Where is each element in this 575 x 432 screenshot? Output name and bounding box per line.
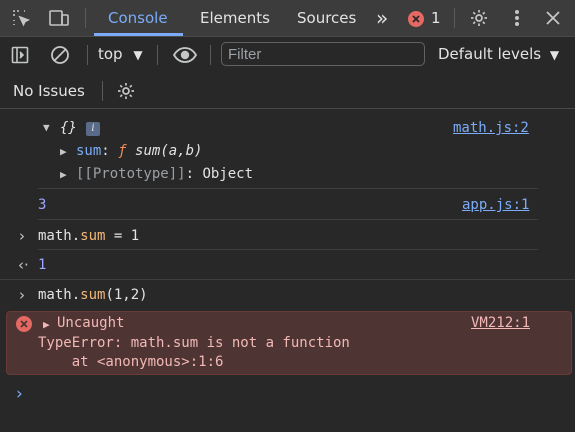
sidebar-toggle-icon[interactable]: [8, 43, 32, 67]
chevron-down-icon: ▼: [133, 48, 143, 62]
console-input-line[interactable]: math.sum = 1: [38, 228, 139, 244]
separator: [38, 188, 538, 189]
object-prototype[interactable]: [[Prototype]]: Object: [76, 166, 253, 182]
input-text: (1,2): [105, 287, 148, 303]
tab-console[interactable]: Console: [108, 0, 168, 36]
error-count[interactable]: 1: [431, 0, 441, 36]
separator: [85, 8, 86, 28]
colon: :: [185, 166, 195, 182]
error-line: TypeError: math.sum is not a function: [38, 335, 350, 351]
function-signature: sum(a,b): [135, 143, 203, 159]
log-value: 3: [38, 197, 47, 213]
active-tab-indicator: [94, 33, 183, 36]
expand-triangle-icon[interactable]: ▼: [43, 121, 50, 134]
prototype-label: [[Prototype]]: [76, 166, 186, 182]
log-levels-dropdown[interactable]: Default levels ▼: [438, 45, 559, 63]
property-key: sum: [76, 143, 102, 159]
issues-label[interactable]: No Issues: [13, 82, 85, 100]
input-prompt-chevron-icon: ›: [19, 286, 25, 304]
console-input-line[interactable]: math.sum(1,2): [38, 287, 148, 303]
object-summary[interactable]: {}: [60, 120, 77, 136]
more-options-icon[interactable]: [506, 6, 528, 30]
error-stack-line: at <anonymous>:1:6: [38, 354, 224, 370]
uncaught-label[interactable]: Uncaught: [57, 315, 124, 331]
result-arrow-icon: ‹·: [18, 256, 29, 274]
separator: [38, 249, 538, 250]
input-text: math.: [38, 228, 81, 244]
separator: [0, 279, 575, 280]
info-badge-icon[interactable]: i: [86, 122, 100, 136]
object-property-sum[interactable]: sum: ƒ sum(a,b): [76, 143, 202, 159]
error-count-icon[interactable]: [408, 11, 424, 27]
separator: [87, 45, 88, 65]
chevron-down-icon: ▼: [549, 48, 560, 62]
colon: :: [101, 143, 110, 159]
input-text: math.: [38, 287, 81, 303]
input-property: sum: [80, 228, 106, 244]
prototype-value: Object: [202, 166, 254, 182]
more-tabs-chevron-icon[interactable]: »: [376, 0, 388, 36]
result-value: 1: [38, 257, 47, 273]
settings-gear-icon[interactable]: [467, 6, 491, 30]
source-link-math-js[interactable]: math.js:2: [453, 120, 529, 136]
source-link-app-js[interactable]: app.js:1: [462, 197, 529, 213]
expand-triangle-icon[interactable]: ▶: [60, 145, 67, 158]
input-prompt-chevron-icon: ›: [19, 227, 25, 245]
error-icon: [16, 316, 32, 332]
live-expression-eye-icon[interactable]: [170, 43, 200, 67]
separator: [157, 45, 158, 65]
console-prompt-chevron-icon[interactable]: ›: [16, 384, 23, 404]
close-icon[interactable]: [541, 6, 565, 30]
filter-input[interactable]: [221, 42, 425, 66]
input-text: = 1: [105, 228, 140, 244]
separator: [38, 219, 538, 220]
context-label: top: [98, 45, 123, 63]
separator: [210, 45, 211, 65]
tab-elements[interactable]: Elements: [200, 0, 270, 36]
tab-sources[interactable]: Sources: [297, 0, 356, 36]
source-link-vm[interactable]: VM212:1: [471, 315, 530, 331]
inspect-element-icon[interactable]: [8, 6, 34, 30]
context-selector[interactable]: top ▼: [98, 45, 143, 63]
separator: [454, 8, 455, 28]
function-glyph: ƒ: [118, 143, 127, 159]
expand-triangle-icon[interactable]: ▶: [60, 168, 67, 181]
issues-bar: No Issues: [0, 74, 575, 109]
clear-console-icon[interactable]: [48, 43, 72, 67]
expand-triangle-icon[interactable]: ▶: [43, 318, 50, 331]
device-toolbar-icon[interactable]: [45, 6, 73, 30]
devtools-tab-bar: Console Elements Sources » 1: [0, 0, 575, 37]
input-property: sum: [80, 287, 106, 303]
separator: [102, 81, 103, 101]
console-settings-gear-icon[interactable]: [114, 79, 138, 103]
log-levels-label: Default levels: [438, 45, 542, 63]
